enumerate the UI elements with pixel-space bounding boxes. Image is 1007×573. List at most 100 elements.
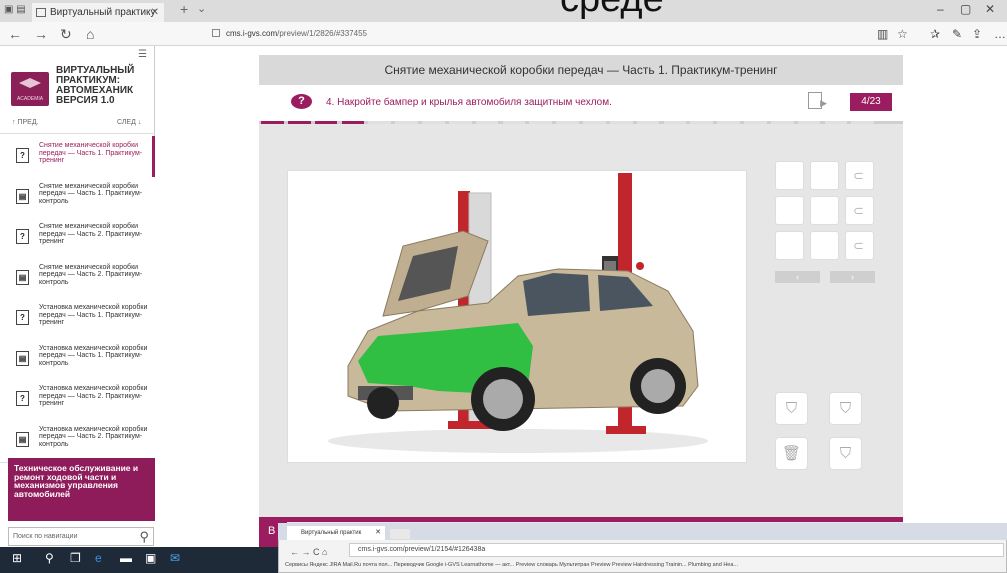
- tool-slot[interactable]: [810, 161, 839, 190]
- new-tab-button[interactable]: +: [180, 1, 188, 17]
- next-button[interactable]: СЛЕД ↓: [117, 119, 141, 126]
- question-icon: ?: [16, 391, 29, 406]
- address-bar: [0, 22, 1007, 46]
- progress-segment: [287, 121, 311, 124]
- back-arrow-icon[interactable]: ←: [8, 26, 22, 42]
- trash-icon[interactable]: 🗑: [775, 437, 808, 470]
- progress-segment: [502, 121, 526, 124]
- sidebar-item-label: Снятие механической коробки передач — Ча…: [39, 142, 143, 165]
- overlay-browser-tab[interactable]: Виртуальный практик ✕: [287, 526, 385, 540]
- sidebar-item[interactable]: ? Снятие механической коробки передач — Ч…: [0, 217, 155, 260]
- overlay-bookmarks-bar[interactable]: Сервисы Яндекс JIRA Mail.Ru почта пол...…: [285, 562, 1007, 568]
- sidebar-item[interactable]: ? Установка механической коробки передач …: [0, 379, 155, 422]
- car-lift-illustration: [328, 173, 708, 453]
- favorite-star-icon[interactable]: ☆: [897, 27, 908, 41]
- tool-slot-magnet[interactable]: ⊂: [845, 196, 874, 225]
- document-icon[interactable]: ▶: [808, 92, 827, 109]
- tab-menu-chevron-icon[interactable]: ⌄: [197, 2, 206, 15]
- course-title: ВИРТУАЛЬНЫЙ ПРАКТИКУМ: АВТОМЕХАНИК ВЕРСИ…: [56, 66, 151, 106]
- progress-segment: [583, 121, 606, 124]
- edge-icon[interactable]: e: [95, 551, 102, 565]
- minimize-button[interactable]: –: [937, 2, 944, 16]
- browser-tab-title: Виртуальный практику: [50, 7, 156, 18]
- maximize-button[interactable]: ▢: [960, 2, 971, 16]
- outlook-icon[interactable]: ✉: [170, 551, 180, 565]
- tool-slot-magnet[interactable]: ⊂: [845, 231, 874, 260]
- store-icon[interactable]: ▣: [145, 551, 156, 565]
- progress-segment: [448, 121, 472, 124]
- progress-segment: [475, 121, 499, 124]
- search-icon[interactable]: ⚲: [45, 551, 54, 565]
- windows-start-icon[interactable]: ⊞: [12, 551, 22, 565]
- tool-slot-magnet[interactable]: ⊂: [845, 161, 874, 190]
- page-icon: [36, 8, 46, 17]
- document-icon: ▤: [16, 350, 29, 366]
- overlay-url-field[interactable]: cms.i-gvs.com/preview/1/2154/#126438a: [349, 543, 1004, 557]
- question-icon: ?: [16, 229, 29, 244]
- task-instruction: 4. Накройте бампер и крылья автомобиля з…: [326, 97, 612, 108]
- close-tab-icon[interactable]: ✕: [375, 526, 381, 540]
- overlay-new-tab[interactable]: [390, 529, 410, 539]
- reading-view-icon[interactable]: ▥: [877, 27, 888, 41]
- shield-icon[interactable]: ⛉: [829, 437, 862, 470]
- sidebar-item-label: Установка механической коробки передач —…: [39, 344, 148, 367]
- shield-icon[interactable]: ⛉: [829, 392, 862, 425]
- home-icon[interactable]: ⌂: [86, 26, 94, 42]
- hamburger-menu-icon[interactable]: ☰: [138, 49, 149, 60]
- sidebar-item[interactable]: ▤ Установка механической коробки передач …: [0, 419, 155, 463]
- progress-segment: [744, 121, 767, 124]
- car-scene[interactable]: [287, 170, 747, 463]
- tool-slot[interactable]: [810, 196, 839, 225]
- sidebar-item-label: Снятие механической коробки передач — Ча…: [39, 223, 143, 246]
- question-icon: ?: [16, 148, 29, 163]
- progress-segment: [636, 121, 660, 124]
- navigation-search-input[interactable]: Поиск по навигации ⚲: [8, 527, 154, 546]
- browser-tab[interactable]: Виртуальный практику ✕: [32, 3, 164, 22]
- sidebar-item[interactable]: ? Установка механической коробки передач …: [0, 298, 155, 341]
- document-icon: ▤: [16, 269, 29, 285]
- sidebar-item[interactable]: ▤ Установка механической коробки передач …: [0, 338, 155, 382]
- promo-course-link[interactable]: Техническое обслуживание и ремонт ходово…: [8, 458, 155, 521]
- shield-icon[interactable]: ⛉: [775, 392, 808, 425]
- tool-slot[interactable]: [775, 161, 804, 190]
- tab-actions-icon[interactable]: ▣ ▤: [4, 4, 26, 15]
- close-window-button[interactable]: ✕: [985, 2, 995, 16]
- sidebar-item[interactable]: ▤ Снятие механической коробки передач — Ч…: [0, 257, 155, 301]
- share-icon[interactable]: ⇪: [972, 27, 982, 41]
- bottom-bar: [259, 517, 903, 522]
- magnet-icon: ⊂: [853, 203, 864, 218]
- search-icon[interactable]: ⚲: [139, 528, 149, 545]
- progress-segment: [529, 121, 553, 124]
- search-placeholder: Поиск по навигации: [13, 533, 78, 540]
- explorer-icon[interactable]: ▬: [120, 551, 132, 565]
- progress-segment: [663, 121, 687, 124]
- prev-button[interactable]: ↑ ПРЕД.: [12, 119, 39, 126]
- sidebar-item[interactable]: ? Снятие механической коробки передач — Ч…: [0, 136, 155, 179]
- magnet-icon: ⊂: [853, 168, 864, 183]
- sidebar-item[interactable]: ▤ Снятие механической коробки передач — Ч…: [0, 176, 155, 220]
- site-info-icon[interactable]: [212, 29, 220, 37]
- forward-arrow-icon[interactable]: →: [34, 26, 48, 42]
- windows-taskbar: [0, 547, 278, 573]
- academia-logo: ACADEMIA: [11, 72, 49, 106]
- tool-slot[interactable]: [775, 196, 804, 225]
- lesson-title: Снятие механической коробки передач — Ча…: [259, 55, 903, 85]
- overlay-nav-icons[interactable]: ← → C ⌂: [290, 547, 327, 557]
- sidebar-item-label: Установка механической коробки передач —…: [39, 304, 148, 327]
- favorites-icon[interactable]: ✰: [930, 27, 940, 41]
- close-tab-icon[interactable]: ✕: [151, 3, 159, 22]
- url-field[interactable]: cms.i-gvs.com/preview/1/2826/#337455: [226, 29, 367, 38]
- progress-segment: [609, 121, 633, 124]
- tool-slot[interactable]: [810, 231, 839, 260]
- sidebar-item-label: Снятие механической коробки передач — Ча…: [39, 182, 143, 205]
- task-view-icon[interactable]: ❐: [70, 551, 81, 565]
- logo-brand: ACADEMIA: [16, 96, 44, 102]
- tool-slot[interactable]: [775, 231, 804, 260]
- tools-next-button[interactable]: ›: [830, 271, 875, 283]
- refresh-icon[interactable]: ↻: [60, 26, 72, 43]
- more-icon[interactable]: …: [994, 27, 1006, 41]
- tools-prev-button[interactable]: ‹: [775, 271, 820, 283]
- progress-segment: [368, 121, 392, 124]
- pen-icon[interactable]: ✎: [952, 27, 962, 41]
- sidebar-item-label: Установка механической коробки передач —…: [39, 385, 148, 408]
